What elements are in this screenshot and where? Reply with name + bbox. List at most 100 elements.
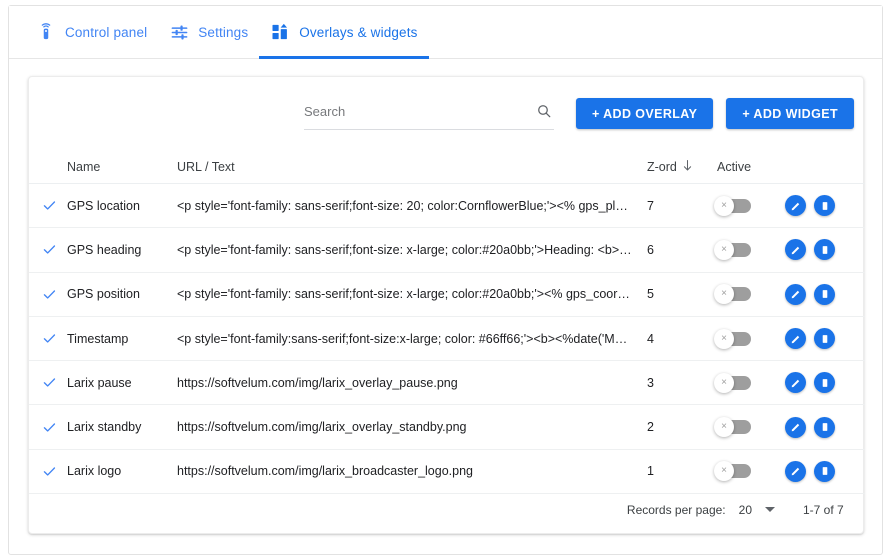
table-row[interactable]: GPS position <p style='font-family: sans… bbox=[29, 273, 865, 317]
header-zord-label: Z-ord bbox=[647, 159, 677, 174]
tab-overlays-widgets-label: Overlays & widgets bbox=[299, 24, 418, 40]
dashboard-grid-icon bbox=[270, 22, 290, 42]
tab-settings[interactable]: Settings bbox=[158, 6, 259, 59]
pencil-edit-icon[interactable] bbox=[785, 283, 806, 305]
row-zord: 5 bbox=[647, 287, 654, 302]
toggle-switch[interactable]: × bbox=[714, 239, 751, 260]
row-select-checkmark[interactable] bbox=[29, 420, 67, 435]
toggle-switch[interactable]: × bbox=[714, 372, 751, 393]
row-name: GPS position bbox=[67, 287, 140, 302]
caret-down-icon bbox=[765, 507, 775, 512]
row-select-checkmark[interactable] bbox=[29, 464, 67, 479]
row-active-toggle[interactable]: × bbox=[714, 372, 785, 393]
pencil-edit-icon[interactable] bbox=[785, 372, 806, 394]
table-body: GPS location <p style='font-family: sans… bbox=[29, 184, 865, 495]
table-row[interactable]: Larix pause https://softvelum.com/img/la… bbox=[29, 361, 865, 406]
delete-document-icon[interactable] bbox=[814, 239, 835, 261]
pencil-edit-icon[interactable] bbox=[785, 195, 806, 217]
table-row[interactable]: Larix standby https://softvelum.com/img/… bbox=[29, 405, 865, 450]
main-tab-bar: Control panel Settings Overlays & widget… bbox=[9, 6, 882, 59]
toggle-knob: × bbox=[714, 195, 734, 216]
row-select-checkmark[interactable] bbox=[29, 198, 67, 213]
row-actions bbox=[785, 328, 865, 350]
row-url-text: https://softvelum.com/img/larix_broadcas… bbox=[177, 464, 647, 478]
app-root: Control panel Settings Overlays & widget… bbox=[0, 0, 891, 560]
row-active-toggle[interactable]: × bbox=[714, 417, 785, 438]
row-url-text: https://softvelum.com/img/larix_overlay_… bbox=[177, 420, 647, 434]
pagination-range: 1-7 of 7 bbox=[803, 502, 844, 517]
tab-control-panel[interactable]: Control panel bbox=[25, 6, 158, 59]
row-url-text-value: <p style='font-family:sans-serif;font-si… bbox=[177, 331, 633, 346]
table-header-row: Name URL / Text Z-ord Active bbox=[29, 150, 865, 184]
delete-document-icon[interactable] bbox=[814, 460, 835, 482]
table-row[interactable]: GPS location <p style='font-family: sans… bbox=[29, 184, 865, 229]
overlays-table: Name URL / Text Z-ord Active GPS locatio… bbox=[29, 150, 865, 495]
row-active-toggle[interactable]: × bbox=[714, 284, 785, 305]
toggle-switch[interactable]: × bbox=[714, 328, 751, 349]
arrow-down-icon bbox=[682, 159, 693, 175]
row-url-text: https://softvelum.com/img/larix_overlay_… bbox=[177, 376, 647, 390]
row-url-text: <p style='font-family: sans-serif;font-s… bbox=[177, 243, 647, 257]
search-input[interactable] bbox=[303, 103, 519, 123]
row-url-text-value: https://softvelum.com/img/larix_broadcas… bbox=[177, 464, 473, 479]
row-select-checkmark[interactable] bbox=[29, 375, 67, 390]
row-url-text-value: <p style='font-family: sans-serif;font-s… bbox=[177, 242, 633, 257]
row-actions bbox=[785, 195, 865, 217]
toggle-knob: × bbox=[714, 284, 734, 305]
toggle-switch[interactable]: × bbox=[714, 461, 751, 482]
table-footer: Records per page: 20 1-7 of 7 bbox=[29, 486, 865, 533]
delete-document-icon[interactable] bbox=[814, 416, 835, 438]
toggle-switch[interactable]: × bbox=[714, 195, 751, 216]
table-row[interactable]: GPS heading <p style='font-family: sans-… bbox=[29, 228, 865, 273]
delete-document-icon[interactable] bbox=[814, 283, 835, 305]
pencil-edit-icon[interactable] bbox=[785, 416, 806, 438]
row-zord: 3 bbox=[647, 375, 654, 390]
search-icon[interactable] bbox=[536, 103, 552, 124]
row-url-text: <p style='font-family: sans-serif;font-s… bbox=[177, 287, 647, 301]
row-url-text-value: <p style='font-family: sans-serif;font-s… bbox=[177, 287, 633, 302]
row-url-text-value: https://softvelum.com/img/larix_overlay_… bbox=[177, 420, 467, 435]
row-active-toggle[interactable]: × bbox=[714, 195, 785, 216]
row-name: Larix standby bbox=[67, 420, 142, 435]
row-url-text-value: <p style='font-family: sans-serif;font-s… bbox=[177, 198, 633, 213]
search-field[interactable] bbox=[303, 98, 554, 130]
row-select-checkmark[interactable] bbox=[29, 242, 67, 257]
toggle-knob: × bbox=[714, 417, 734, 438]
toggle-knob: × bbox=[714, 328, 734, 349]
records-per-page-value: 20 bbox=[738, 502, 752, 517]
row-actions bbox=[785, 416, 865, 438]
row-name: GPS heading bbox=[67, 242, 142, 257]
pencil-edit-icon[interactable] bbox=[785, 460, 806, 482]
toggle-switch[interactable]: × bbox=[714, 284, 751, 305]
row-active-toggle[interactable]: × bbox=[714, 239, 785, 260]
toggle-switch[interactable]: × bbox=[714, 417, 751, 438]
records-per-page-label: Records per page: bbox=[626, 502, 726, 517]
tune-sliders-icon bbox=[169, 22, 189, 42]
tab-settings-label: Settings bbox=[198, 24, 249, 40]
card-toolbar: + ADD OVERLAY + ADD WIDGET bbox=[29, 77, 865, 150]
row-zord: 4 bbox=[647, 331, 654, 346]
row-actions bbox=[785, 239, 865, 261]
add-overlay-button[interactable]: + ADD OVERLAY bbox=[575, 98, 714, 129]
row-zord: 7 bbox=[647, 198, 654, 213]
row-select-checkmark[interactable] bbox=[29, 287, 67, 302]
delete-document-icon[interactable] bbox=[814, 195, 835, 217]
row-select-checkmark[interactable] bbox=[29, 331, 67, 346]
delete-document-icon[interactable] bbox=[814, 328, 835, 350]
row-name: Timestamp bbox=[67, 331, 129, 346]
pencil-edit-icon[interactable] bbox=[785, 239, 806, 261]
row-active-toggle[interactable]: × bbox=[714, 328, 785, 349]
records-per-page-select[interactable]: 20 bbox=[739, 503, 775, 517]
tab-control-panel-label: Control panel bbox=[65, 24, 148, 40]
row-active-toggle[interactable]: × bbox=[714, 461, 785, 482]
add-widget-button[interactable]: + ADD WIDGET bbox=[726, 98, 854, 129]
toggle-knob: × bbox=[714, 461, 734, 482]
table-row[interactable]: Timestamp <p style='font-family:sans-ser… bbox=[29, 317, 865, 362]
delete-document-icon[interactable] bbox=[814, 372, 835, 394]
tab-overlays-widgets[interactable]: Overlays & widgets bbox=[259, 6, 429, 59]
row-name: Larix pause bbox=[67, 375, 132, 390]
row-name: GPS location bbox=[67, 198, 140, 213]
pencil-edit-icon[interactable] bbox=[785, 328, 806, 350]
row-actions bbox=[785, 460, 865, 482]
header-zord[interactable]: Z-ord bbox=[647, 159, 717, 175]
